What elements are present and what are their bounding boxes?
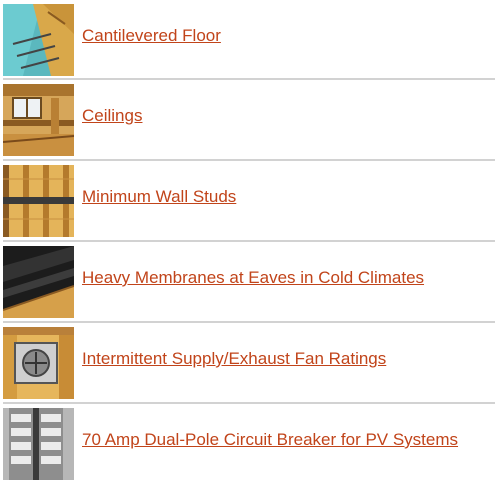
article-link-list: Cantilevered Floor Ceilings Minimum Wall…	[0, 0, 497, 480]
wall-studs-thumbnail[interactable]	[3, 165, 74, 237]
wall-studs-link[interactable]: Minimum Wall Studs	[82, 187, 236, 207]
list-item: Cantilevered Floor	[0, 0, 497, 82]
list-item: Ceilings	[0, 80, 497, 162]
cantilevered-floor-thumbnail[interactable]	[3, 4, 74, 76]
circuit-breaker-image	[3, 408, 74, 480]
exhaust-fan-link[interactable]: Intermittent Supply/Exhaust Fan Ratings	[82, 349, 386, 369]
exhaust-fan-image	[3, 327, 74, 399]
cantilevered-floor-link[interactable]: Cantilevered Floor	[82, 26, 221, 46]
list-item: 70 Amp Dual-Pole Circuit Breaker for PV …	[0, 404, 497, 480]
exhaust-fan-thumbnail[interactable]	[3, 327, 74, 399]
list-item: Intermittent Supply/Exhaust Fan Ratings	[0, 323, 497, 405]
roof-membrane-thumbnail[interactable]	[3, 246, 74, 318]
list-item: Minimum Wall Studs	[0, 161, 497, 243]
wall-studs-image	[3, 165, 74, 237]
roof-membrane-image	[3, 246, 74, 318]
circuit-breaker-link[interactable]: 70 Amp Dual-Pole Circuit Breaker for PV …	[82, 430, 458, 450]
ceilings-thumbnail[interactable]	[3, 84, 74, 156]
list-item: Heavy Membranes at Eaves in Cold Climate…	[0, 242, 497, 324]
roof-membrane-link[interactable]: Heavy Membranes at Eaves in Cold Climate…	[82, 268, 424, 288]
ceilings-image	[3, 84, 74, 156]
ceilings-link[interactable]: Ceilings	[82, 106, 142, 126]
cantilevered-floor-image	[3, 4, 74, 76]
circuit-breaker-thumbnail[interactable]	[3, 408, 74, 480]
